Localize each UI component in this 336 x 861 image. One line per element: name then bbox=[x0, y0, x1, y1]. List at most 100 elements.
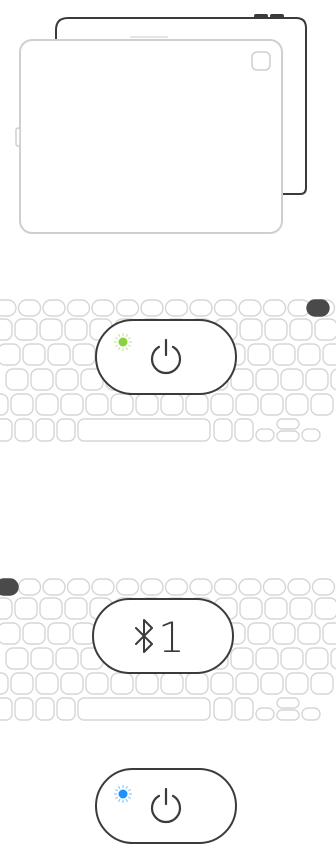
power-blue-panel bbox=[0, 756, 336, 861]
keyboard-key bbox=[310, 393, 334, 416]
arrow-key bbox=[255, 707, 275, 721]
keyboard-key bbox=[305, 647, 329, 670]
keyboard-key bbox=[14, 697, 34, 721]
keyboard-key bbox=[42, 578, 66, 596]
keyboard-key bbox=[35, 393, 59, 416]
keyboard-key bbox=[47, 622, 71, 645]
tablet-illustration bbox=[0, 0, 336, 250]
keyboard-key bbox=[22, 622, 46, 645]
keyboard-key bbox=[60, 393, 84, 416]
keyboard-key bbox=[189, 299, 213, 317]
arrow-key bbox=[276, 697, 300, 709]
keyboard-key bbox=[160, 672, 184, 695]
keyboard-key bbox=[22, 343, 46, 366]
keyboard-key bbox=[140, 578, 164, 596]
keyboard-key bbox=[115, 578, 140, 596]
keyboard-key bbox=[0, 418, 13, 442]
keyboard-key bbox=[135, 672, 159, 695]
keyboard-illustration-icon bbox=[0, 299, 336, 442]
keyboard-key bbox=[60, 672, 84, 695]
keyboard-key bbox=[247, 622, 271, 645]
arrow-key bbox=[301, 707, 321, 721]
keyboard-illustration-icon: 1 bbox=[0, 578, 336, 721]
power-button-illustration bbox=[95, 768, 237, 844]
keyboard-key bbox=[35, 418, 55, 442]
keyboard-key bbox=[189, 578, 213, 596]
bluetooth-channel-number: 1 bbox=[158, 613, 185, 662]
keyboard-key bbox=[322, 343, 336, 366]
keyboard-key bbox=[55, 368, 79, 391]
keyboard-key bbox=[210, 393, 234, 416]
keyboard-key bbox=[255, 368, 279, 391]
keyboard-key bbox=[311, 578, 336, 596]
keyboard-key bbox=[285, 393, 309, 416]
keyboard-key bbox=[230, 647, 254, 670]
arrow-key bbox=[255, 428, 275, 442]
keyboard-key bbox=[310, 672, 334, 695]
spacebar-key bbox=[77, 418, 211, 442]
keyboard-key bbox=[272, 622, 296, 645]
keyboard-key bbox=[185, 393, 209, 416]
keyboard-key bbox=[0, 299, 17, 317]
keyboard-key bbox=[164, 299, 189, 317]
highlighted-key bbox=[95, 319, 237, 395]
keyboard-key bbox=[30, 368, 54, 391]
keyboard-key bbox=[264, 318, 288, 341]
keyboard-key bbox=[330, 647, 336, 670]
arrow-key bbox=[276, 430, 300, 442]
keyboard-key bbox=[289, 597, 313, 620]
keyboard-key bbox=[264, 597, 288, 620]
arrow-key bbox=[276, 418, 300, 430]
keyboard-key bbox=[305, 368, 329, 391]
keyboard-key bbox=[17, 578, 42, 596]
keyboard-key bbox=[280, 368, 304, 391]
keyboard-key bbox=[260, 393, 284, 416]
keyboard-key bbox=[30, 647, 54, 670]
keyboard-key bbox=[0, 672, 9, 695]
keyboard-key bbox=[39, 318, 63, 341]
keyboard-key bbox=[35, 697, 55, 721]
keyboard-key bbox=[185, 672, 209, 695]
tablet-illustration-icon bbox=[15, 14, 307, 234]
keyboard-key bbox=[10, 672, 34, 695]
keyboard-key bbox=[314, 597, 336, 620]
keyboard-key bbox=[0, 597, 13, 620]
keyboard-bluetooth-panel: 1 1 bbox=[0, 575, 336, 725]
keyboard-key bbox=[297, 343, 321, 366]
keyboard-power-panel bbox=[0, 296, 336, 446]
spacebar-key bbox=[77, 697, 211, 721]
highlighted-key bbox=[95, 768, 237, 844]
keyboard-key bbox=[39, 597, 63, 620]
keyboard-key bbox=[10, 393, 34, 416]
keyboard-key bbox=[235, 393, 259, 416]
keyboard-key bbox=[285, 672, 309, 695]
keyboard-key bbox=[280, 647, 304, 670]
keyboard-key bbox=[213, 299, 238, 317]
keyboard-key bbox=[56, 418, 76, 442]
keyboard-key bbox=[234, 697, 254, 721]
keyboard-key bbox=[160, 393, 184, 416]
keyboard-key bbox=[56, 697, 76, 721]
keyboard-key bbox=[66, 299, 91, 317]
keyboard-key bbox=[235, 672, 259, 695]
keyboard-key bbox=[0, 622, 21, 645]
power-key bbox=[306, 299, 330, 317]
keyboard-key bbox=[260, 672, 284, 695]
keyboard-key bbox=[0, 697, 13, 721]
keyboard-key bbox=[272, 343, 296, 366]
keyboard-key bbox=[14, 318, 38, 341]
keyboard-key bbox=[0, 318, 13, 341]
keyboard-key bbox=[91, 299, 115, 317]
keyboard-key bbox=[247, 343, 271, 366]
keyboard-key bbox=[72, 622, 96, 645]
camera-icon bbox=[251, 51, 271, 71]
keyboard-key bbox=[230, 368, 254, 391]
keyboard-key bbox=[239, 597, 263, 620]
keyboard-key bbox=[213, 418, 233, 442]
keyboard-key bbox=[239, 318, 263, 341]
keyboard-key bbox=[42, 299, 66, 317]
keyboard-key bbox=[110, 393, 134, 416]
arrow-key bbox=[276, 709, 300, 721]
keyboard-key bbox=[238, 578, 262, 596]
keyboard-key bbox=[17, 299, 42, 317]
